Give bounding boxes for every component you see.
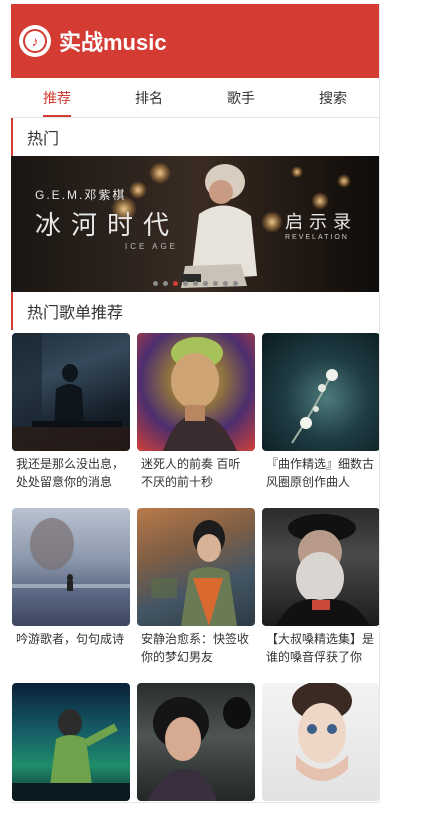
playlist-title: 『曲作精选』细数古风圈原创作曲人: [266, 457, 375, 489]
app-frame: ♪ 实战music 推荐 排名 歌手 搜索 热门 G.E.M.邓紫棋 冰河时代 …: [11, 4, 380, 803]
carousel-dots: [11, 281, 379, 286]
playlist-card[interactable]: 我还是那么没出息，处处留意你的消息: [12, 333, 130, 491]
carousel-dot[interactable]: [162, 281, 168, 286]
playlist-card[interactable]: 安静治愈系：快签收你的梦幻男友: [137, 508, 255, 666]
playlist-cover: [262, 333, 379, 451]
tab-bar: 推荐 排名 歌手 搜索: [11, 78, 379, 118]
playlist-grid: 我还是那么没出息，处处留意你的消息 迷死人的前奏 百听不厌的前十秒 『曲作精选』…: [11, 330, 379, 802]
banner-right-text: 启示录 REVELATION: [285, 208, 357, 241]
carousel-dot[interactable]: [172, 281, 178, 286]
playlist-title: 我还是那么没出息，处处留意你的消息: [16, 457, 125, 489]
playlist-card[interactable]: [12, 683, 130, 802]
playlist-card[interactable]: 【大叔嗓精选集】是谁的嗓音俘获了你: [262, 508, 379, 666]
playlist-card[interactable]: 『曲作精选』细数古风圈原创作曲人: [262, 333, 379, 491]
banner-artist-image: [181, 164, 257, 288]
playlist-card[interactable]: [262, 683, 379, 802]
playlist-cover: [12, 333, 130, 451]
playlist-card[interactable]: 迷死人的前奏 百听不厌的前十秒: [137, 333, 255, 491]
app-title: 实战music: [59, 30, 167, 55]
section-title-hot: 热门: [11, 118, 379, 156]
playlist-title: 安静治愈系：快签收你的梦幻男友: [141, 632, 250, 664]
banner-artist-name: G.E.M.邓紫棋: [35, 188, 127, 202]
playlist-cover: [12, 508, 130, 626]
tab-singer[interactable]: 歌手: [195, 78, 287, 117]
playlist-card[interactable]: 吟游歌者，句句成诗: [12, 508, 130, 666]
tab-search[interactable]: 搜索: [287, 78, 379, 117]
music-note-icon[interactable]: ♪: [19, 25, 51, 57]
banner-carousel[interactable]: G.E.M.邓紫棋 冰河时代 ICE AGE 启示录 REVELATION: [11, 156, 379, 292]
playlist-title: 吟游歌者，句句成诗: [16, 632, 125, 646]
banner-right-title: 启示录: [285, 212, 357, 233]
carousel-dot[interactable]: [202, 281, 208, 286]
playlist-cover: [262, 683, 379, 801]
carousel-dot[interactable]: [222, 281, 228, 286]
section-title-playlists: 热门歌单推荐: [11, 292, 379, 330]
carousel-dot[interactable]: [182, 281, 188, 286]
banner-left-text: G.E.M.邓紫棋 冰河时代 ICE AGE: [35, 186, 179, 251]
playlist-cover: [137, 333, 255, 451]
playlist-cover: [137, 508, 255, 626]
banner-right-subtitle: REVELATION: [285, 234, 349, 241]
playlist-title: 【大叔嗓精选集】是谁的嗓音俘获了你: [266, 632, 375, 664]
playlist-card[interactable]: [137, 683, 255, 802]
carousel-dot[interactable]: [232, 281, 238, 286]
tab-recommend[interactable]: 推荐: [11, 78, 103, 117]
carousel-dot[interactable]: [212, 281, 218, 286]
carousel-dot[interactable]: [152, 281, 158, 286]
playlist-title: 迷死人的前奏 百听不厌的前十秒: [141, 457, 241, 489]
banner-album-subtitle: ICE AGE: [125, 242, 179, 251]
carousel-dot[interactable]: [192, 281, 198, 286]
playlist-cover: [262, 508, 379, 626]
app-header: ♪ 实战music: [11, 4, 379, 78]
playlist-cover: [137, 683, 255, 801]
playlist-cover: [12, 683, 130, 801]
banner-album-title: 冰河时代: [35, 211, 180, 241]
tab-rank[interactable]: 排名: [103, 78, 195, 117]
